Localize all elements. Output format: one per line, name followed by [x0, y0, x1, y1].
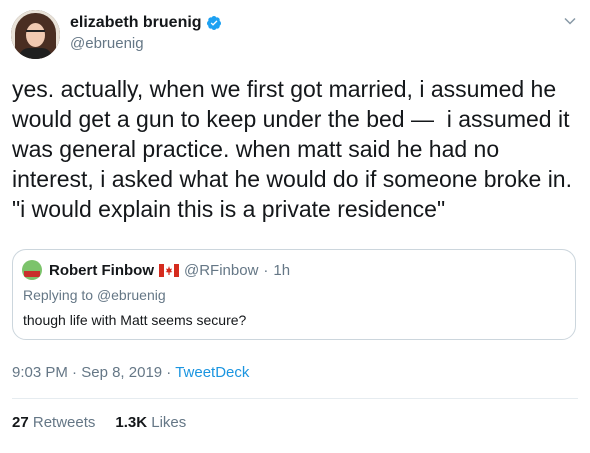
separator: ·	[263, 262, 269, 279]
author-display-name[interactable]: elizabeth bruenig	[70, 14, 202, 32]
author-handle[interactable]: @ebruenig	[70, 35, 144, 52]
retweets-label: Retweets	[32, 414, 96, 431]
quoted-tweet[interactable]: Robert Finbow @RFinbow · 1h Replying to …	[12, 249, 576, 340]
tweet-source-link[interactable]: TweetDeck	[175, 364, 249, 381]
tweet-card: elizabeth bruenig @ebruenig yes. actuall…	[0, 0, 590, 453]
quoted-replying-to: Replying to @ebruenig	[23, 287, 166, 303]
tweet-meta: 9:03 PM · Sep 8, 2019 · TweetDeck	[12, 364, 249, 381]
tweet-date[interactable]: Sep 8, 2019	[81, 364, 162, 381]
likes-count: 1.3K	[115, 414, 148, 431]
replying-prefix: Replying to	[23, 287, 94, 303]
retweets-count: 27	[12, 414, 29, 431]
divider	[12, 398, 578, 399]
chevron-down-icon[interactable]	[563, 14, 577, 28]
author-avatar[interactable]	[11, 10, 60, 59]
retweets-stat[interactable]: 27 Retweets	[12, 414, 95, 431]
canada-flag-icon	[159, 264, 179, 277]
separator: ·	[166, 364, 172, 381]
likes-label: Likes	[151, 414, 187, 431]
quoted-tweet-header: Robert Finbow @RFinbow · 1h	[49, 262, 290, 279]
quoted-tweet-text: though life with Matt seems secure?	[23, 312, 247, 328]
quoted-author-handle[interactable]: @RFinbow	[184, 262, 258, 279]
quoted-author-avatar[interactable]	[22, 260, 42, 280]
quoted-author-name[interactable]: Robert Finbow	[49, 262, 154, 279]
separator: ·	[72, 364, 78, 381]
tweet-text: yes. actually, when we first got married…	[12, 76, 572, 222]
tweet-time[interactable]: 9:03 PM	[12, 364, 68, 381]
quoted-tweet-time: 1h	[273, 262, 291, 279]
replying-to-mention[interactable]: @ebruenig	[97, 287, 166, 303]
tweet-stats: 27 Retweets 1.3K Likes	[12, 414, 186, 431]
author-name-row[interactable]: elizabeth bruenig	[70, 14, 222, 32]
likes-stat[interactable]: 1.3K Likes	[115, 414, 186, 431]
verified-badge-icon	[206, 15, 222, 31]
